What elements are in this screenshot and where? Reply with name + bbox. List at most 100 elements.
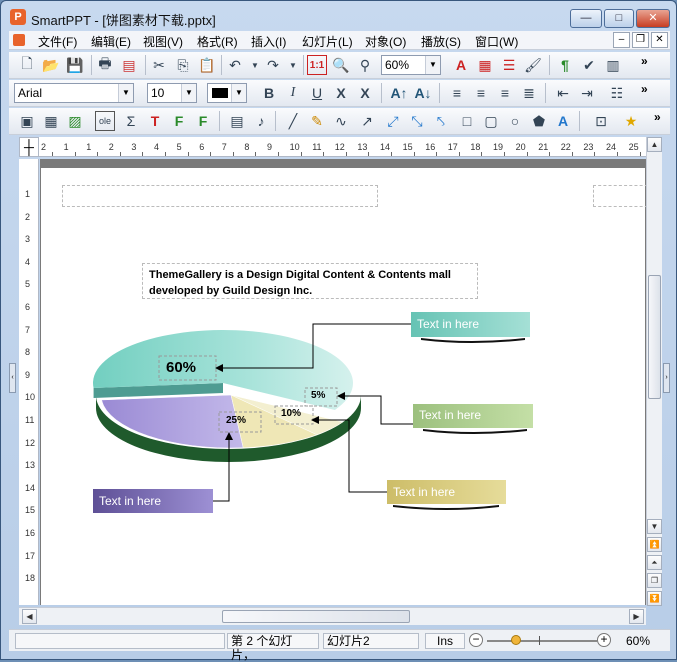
undo-icon[interactable]: ↶ (225, 55, 245, 75)
ole-icon[interactable]: ole (95, 111, 115, 131)
ruler-corner[interactable]: ┼ (19, 137, 39, 157)
pdf-icon[interactable]: ▤ (119, 55, 139, 75)
table-icon[interactable]: ▦ (41, 111, 61, 131)
film-icon[interactable]: ▤ (227, 111, 247, 131)
chevron-down-icon[interactable]: ▼ (231, 84, 246, 102)
list-icon[interactable]: ☰ (499, 55, 519, 75)
zoom-slider-track[interactable] (487, 640, 597, 642)
menu-object[interactable]: 对象(O) (365, 33, 406, 50)
spellcheck-icon[interactable]: ✔ (579, 55, 599, 75)
shapes-icon[interactable]: ⬟ (529, 111, 549, 131)
copy-icon[interactable]: ⎘ (173, 55, 193, 75)
menu-window[interactable]: 窗口(W) (475, 33, 518, 50)
zoom-icon[interactable]: 🔍 (331, 55, 351, 75)
menu-slide[interactable]: 幻灯片(L) (302, 33, 353, 50)
toolbar-more-icon[interactable]: » (654, 110, 661, 124)
redo-icon[interactable]: ↷ (263, 55, 283, 75)
toolbar-more-icon[interactable]: » (641, 54, 648, 68)
callout-text-1[interactable]: Text in here (417, 317, 479, 331)
vertical-scrollbar[interactable]: ▲ ▼ ⏫ ⏶ ❐ ⏬ (646, 137, 662, 606)
scroll-down-icon[interactable]: ▼ (647, 519, 662, 534)
arrow-icon[interactable]: ↗ (357, 111, 377, 131)
magnifier-icon[interactable]: ⚲ (355, 55, 375, 75)
grow-font-icon[interactable]: A↑ (389, 83, 409, 103)
elbow-connector-icon[interactable]: ⤡ (407, 111, 427, 131)
save-icon[interactable]: 💾 (65, 55, 85, 75)
font-size-combo[interactable]: 10 ▼ (147, 83, 197, 103)
vertical-scroll-thumb[interactable] (648, 275, 661, 399)
scroll-left-icon[interactable]: ◀ (22, 609, 37, 624)
horizontal-scrollbar[interactable]: ◀ ▶ (19, 607, 646, 625)
maximize-button[interactable]: □ (604, 9, 634, 28)
align-left-icon[interactable]: ≡ (447, 83, 467, 103)
audio-icon[interactable]: ♪ (251, 111, 271, 131)
callout-text-4[interactable]: Text in here (99, 494, 161, 508)
textbox-icon[interactable]: T (145, 111, 165, 131)
right-panel-grip[interactable]: › (663, 363, 670, 393)
star-icon[interactable]: ★ (621, 111, 641, 131)
text-frame2-icon[interactable]: F (193, 111, 213, 131)
paste-icon[interactable]: 📋 (197, 55, 217, 75)
cut-icon[interactable]: ✂ (149, 55, 169, 75)
connector-icon[interactable]: ⤢ (383, 111, 403, 131)
zoom-in-icon[interactable]: + (597, 633, 611, 647)
chevron-down-icon[interactable]: ▼ (425, 56, 440, 74)
print-icon[interactable]: 🖶 (95, 55, 115, 75)
rounded-rectangle-icon[interactable]: ▢ (481, 111, 501, 131)
callout-text-2[interactable]: Text in here (419, 408, 481, 422)
menu-insert[interactable]: 插入(I) (251, 33, 286, 50)
image-icon[interactable]: ▨ (65, 111, 85, 131)
format-painter-icon[interactable]: ▦ (475, 55, 495, 75)
horizontal-scroll-thumb[interactable] (222, 610, 410, 623)
brush-icon[interactable]: 🖌 (523, 55, 543, 75)
chevron-down-icon[interactable]: ▼ (181, 84, 196, 102)
open-folder-icon[interactable]: 📂 (41, 55, 61, 75)
indent-icon[interactable]: ⇥ (577, 83, 597, 103)
first-slide-icon[interactable]: ⏶ (647, 555, 662, 570)
align-center-icon[interactable]: ≡ (471, 83, 491, 103)
bullets-icon[interactable]: ☷ (607, 83, 627, 103)
curve-icon[interactable]: ∿ (331, 111, 351, 131)
group-icon[interactable]: ⊡ (591, 111, 611, 131)
mdi-minimize-button[interactable]: – (613, 32, 630, 48)
mdi-restore-button[interactable]: ❐ (632, 32, 649, 48)
scroll-up-icon[interactable]: ▲ (647, 137, 662, 152)
menu-view[interactable]: 视图(V) (143, 33, 183, 50)
next-slide-icon[interactable]: ⏬ (647, 591, 662, 606)
redo-dropdown-icon[interactable]: ▼ (283, 55, 303, 75)
zoom-combo[interactable]: 60% ▼ (381, 55, 441, 75)
slide[interactable]: ThemeGallery is a Design Digital Content… (41, 168, 646, 605)
rectangle-icon[interactable]: □ (457, 111, 477, 131)
text-color-icon[interactable]: A (451, 55, 471, 75)
toolbar-more-icon[interactable]: » (641, 82, 648, 96)
line-icon[interactable]: ╱ (283, 111, 303, 131)
text-frame-icon[interactable]: F (169, 111, 189, 131)
title-bar[interactable]: P SmartPPT - [饼图素材下载.pptx] — □ ✕ (1, 1, 676, 31)
curved-connector-icon[interactable]: ⤣ (431, 111, 451, 131)
italic-button[interactable]: I (283, 83, 303, 103)
menu-format[interactable]: 格式(R) (197, 33, 238, 50)
bold-button[interactable]: B (259, 83, 279, 103)
zoom-out-icon[interactable]: − (469, 633, 483, 647)
menu-file[interactable]: 文件(F) (38, 33, 77, 50)
undo-dropdown-icon[interactable]: ▼ (245, 55, 265, 75)
strikethrough-button[interactable]: X (331, 83, 351, 103)
paragraph-icon[interactable]: ¶ (555, 55, 575, 75)
callout-text-3[interactable]: Text in here (393, 485, 455, 499)
font-combo[interactable]: Arial ▼ (14, 83, 134, 103)
clear-format-button[interactable]: X (355, 83, 375, 103)
select-frame-icon[interactable]: ▣ (17, 111, 37, 131)
mdi-close-button[interactable]: ✕ (651, 32, 668, 48)
color-combo[interactable]: ▼ (207, 83, 247, 103)
new-icon[interactable]: 🗋 (17, 55, 37, 75)
pencil-icon[interactable]: ✎ (307, 111, 327, 131)
pie-chart[interactable] (41, 168, 645, 605)
wordart-icon[interactable]: A (553, 111, 573, 131)
menu-play[interactable]: 播放(S) (421, 33, 461, 50)
zoom-slider-thumb[interactable] (511, 635, 521, 645)
left-panel-grip[interactable]: ‹ (9, 363, 16, 393)
ellipse-icon[interactable]: ○ (505, 111, 525, 131)
close-button[interactable]: ✕ (636, 9, 670, 28)
actual-size-icon[interactable]: 1:1 (307, 55, 327, 75)
minimize-button[interactable]: — (570, 9, 602, 28)
